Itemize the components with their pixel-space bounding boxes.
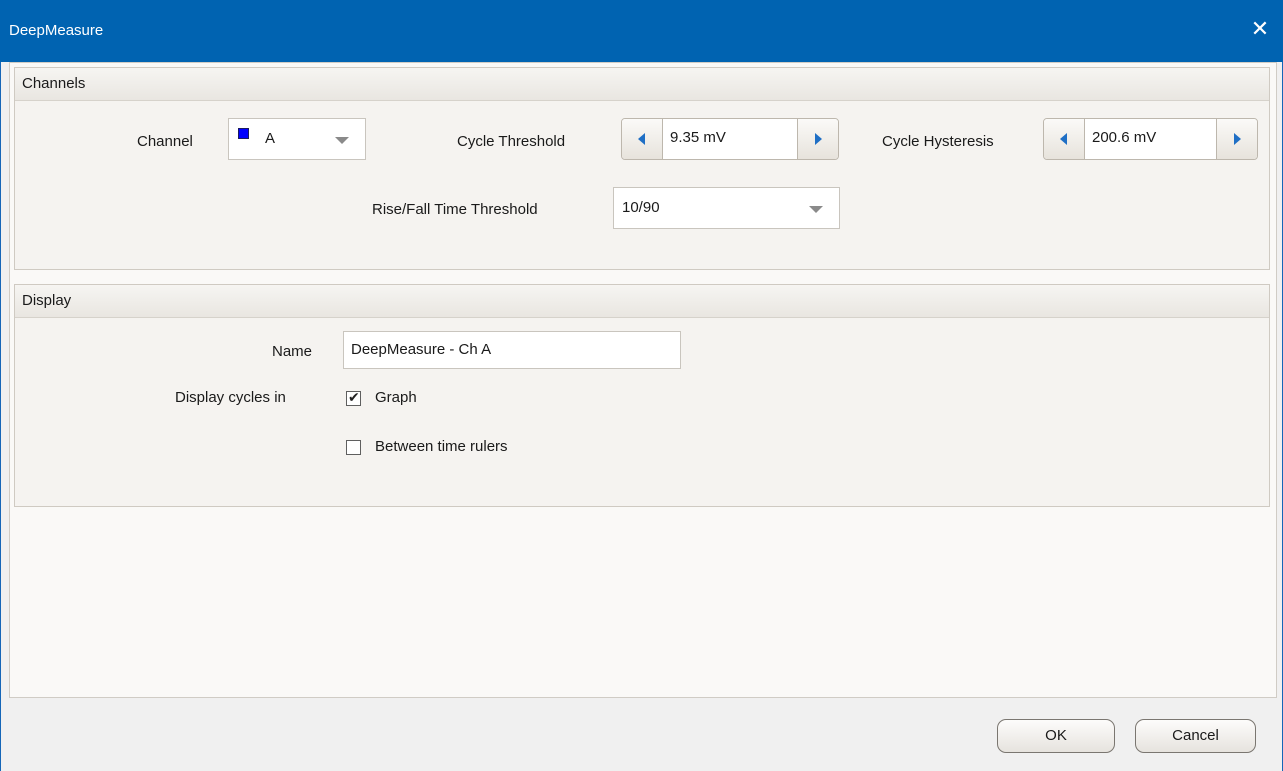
- window-title: DeepMeasure: [9, 22, 104, 39]
- chevron-down-icon: [335, 137, 349, 144]
- rise-fall-threshold-label: Rise/Fall Time Threshold: [372, 201, 538, 218]
- chevron-down-icon: [809, 206, 823, 213]
- cycle-hysteresis-spinner: 200.6 mV: [1043, 118, 1258, 160]
- channels-group-header: Channels: [15, 68, 1269, 101]
- ok-button[interactable]: OK: [997, 719, 1115, 753]
- between-time-rulers-label[interactable]: Between time rulers: [375, 438, 508, 455]
- graph-label[interactable]: Graph: [375, 389, 417, 406]
- name-input[interactable]: DeepMeasure - Ch A: [343, 331, 681, 369]
- cycle-hysteresis-value[interactable]: 200.6 mV: [1092, 129, 1156, 146]
- graph-checkbox[interactable]: ✔: [346, 389, 361, 406]
- cycle-threshold-spinner: 9.35 mV: [621, 118, 839, 160]
- dialog-window: DeepMeasure ✕ Channels Channel A Cycle T…: [0, 0, 1283, 771]
- channel-value: A: [265, 130, 276, 147]
- display-group-header: Display: [15, 285, 1269, 318]
- name-label: Name: [272, 343, 313, 360]
- dialog-content: Channels Channel A Cycle Threshold 9.35 …: [9, 62, 1277, 698]
- cycle-threshold-decrement-button[interactable]: [622, 119, 663, 159]
- rise-fall-threshold-value: 10/90: [622, 199, 660, 216]
- between-time-rulers-checkbox[interactable]: [346, 440, 361, 455]
- channel-color-swatch: [238, 128, 249, 139]
- arrow-right-icon: [815, 133, 822, 145]
- channel-label: Channel: [137, 133, 193, 150]
- cycle-threshold-increment-button[interactable]: [797, 119, 838, 159]
- arrow-left-icon: [1060, 133, 1067, 145]
- channel-dropdown[interactable]: A: [228, 118, 366, 160]
- close-icon[interactable]: ✕: [1245, 14, 1275, 44]
- title-bar: DeepMeasure ✕: [0, 0, 1283, 62]
- arrow-left-icon: [638, 133, 645, 145]
- channels-group: Channels Channel A Cycle Threshold 9.35 …: [14, 67, 1270, 270]
- cycle-hysteresis-increment-button[interactable]: [1216, 119, 1257, 159]
- cycle-hysteresis-decrement-button[interactable]: [1044, 119, 1085, 159]
- display-cycles-label: Display cycles in: [175, 389, 286, 406]
- arrow-right-icon: [1234, 133, 1241, 145]
- rise-fall-threshold-dropdown[interactable]: 10/90: [613, 187, 840, 229]
- display-group: Display Name DeepMeasure - Ch A Display …: [14, 284, 1270, 507]
- cancel-button[interactable]: Cancel: [1135, 719, 1256, 753]
- checkmark-icon: ✔: [348, 389, 360, 405]
- cycle-hysteresis-label: Cycle Hysteresis: [882, 133, 994, 150]
- cycle-threshold-value[interactable]: 9.35 mV: [670, 129, 726, 146]
- cycle-threshold-label: Cycle Threshold: [457, 133, 566, 150]
